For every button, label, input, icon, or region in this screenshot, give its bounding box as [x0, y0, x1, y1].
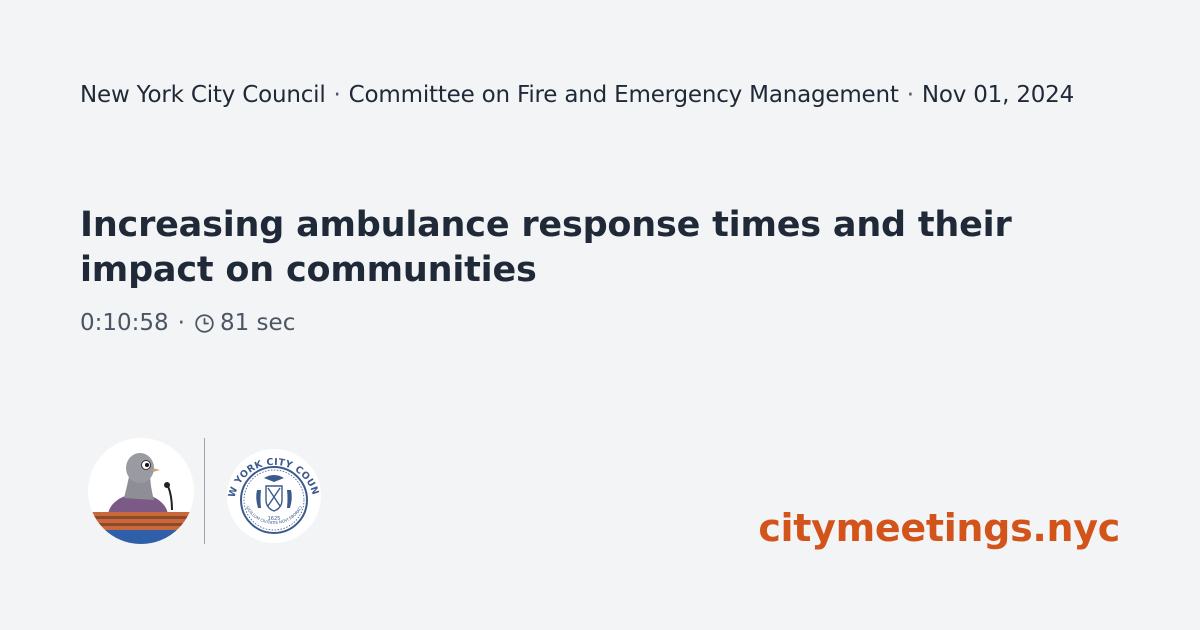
page-title: Increasing ambulance response times and … — [80, 205, 1012, 290]
separator: · — [333, 82, 341, 108]
committee-name: Committee on Fire and Emergency Manageme… — [348, 82, 899, 108]
separator: · — [177, 310, 185, 336]
clock-icon — [194, 313, 215, 334]
timestamp: 0:10:58 — [80, 310, 169, 336]
separator: · — [906, 82, 914, 108]
meeting-date: Nov 01, 2024 — [921, 82, 1075, 108]
organization-name: New York City Council — [80, 82, 326, 108]
logos: NEW YORK CITY COUNCIL SIGILLUM CIVITATIS… — [88, 438, 327, 544]
share-card: New York City Council · Committee on Fire … — [0, 0, 1200, 630]
meeting-meta: New York City Council · Committee on Fire … — [80, 82, 1074, 108]
pigeon-at-podium-icon — [88, 438, 194, 544]
svg-text:1625: 1625 — [268, 516, 281, 522]
nyc-council-seal-icon: NEW YORK CITY COUNCIL SIGILLUM CIVITATIS… — [221, 438, 321, 543]
timing-info: 0:10:58 · 81 sec — [80, 310, 295, 336]
logo-divider — [204, 438, 205, 544]
site-name[interactable]: citymeetings.nyc — [758, 506, 1120, 550]
duration: 81 sec — [219, 310, 296, 336]
